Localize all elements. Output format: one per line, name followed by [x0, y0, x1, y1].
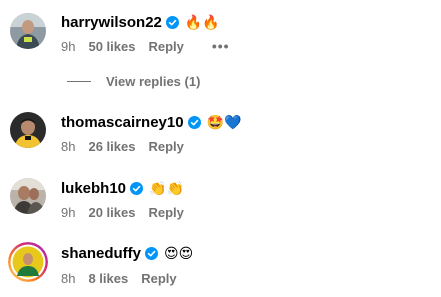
likes-count[interactable]: 8 likes: [88, 271, 128, 286]
avatar[interactable]: [8, 242, 48, 282]
comment-username[interactable]: thomascairney10: [61, 114, 184, 131]
view-replies-label: View replies (1): [106, 73, 201, 89]
divider-line: [67, 80, 91, 82]
verified-badge-icon: [165, 15, 179, 29]
avatar[interactable]: [10, 13, 46, 49]
verified-badge-icon: [187, 115, 201, 129]
reply-button[interactable]: Reply: [148, 39, 183, 54]
comment-timestamp: 9h: [61, 38, 76, 54]
comment-item: harrywilson22 🔥🔥 9h 50 likes Reply ••• V…: [0, 0, 441, 97]
reply-button[interactable]: Reply: [141, 271, 176, 286]
comment-text: 😍😍: [164, 244, 194, 261]
likes-count[interactable]: 20 likes: [88, 205, 135, 220]
comment-text: 🔥🔥: [184, 13, 220, 30]
verified-badge-icon: [130, 181, 144, 195]
comment-text: 🤩💙: [206, 113, 242, 130]
likes-count[interactable]: 50 likes: [88, 39, 135, 54]
comment-timestamp: 8h: [61, 270, 76, 286]
comment-username[interactable]: harrywilson22: [61, 14, 162, 31]
avatar[interactable]: [10, 178, 46, 214]
comment-username[interactable]: shaneduffy: [61, 245, 141, 262]
reply-button[interactable]: Reply: [148, 139, 183, 154]
likes-count[interactable]: 26 likes: [88, 139, 135, 154]
comment-timestamp: 8h: [61, 138, 76, 154]
comment-item: thomascairney10 🤩💙 8h 26 likes Reply: [0, 100, 441, 160]
comment-username[interactable]: lukebh10: [61, 180, 126, 197]
avatar[interactable]: [10, 112, 46, 148]
comment-text: 👏👏: [149, 179, 184, 196]
reply-button[interactable]: Reply: [148, 205, 183, 220]
view-replies-button[interactable]: View replies (1): [67, 73, 200, 89]
more-options-icon[interactable]: •••: [212, 38, 230, 54]
verified-badge-icon: [145, 246, 159, 260]
comment-timestamp: 9h: [61, 204, 76, 220]
comment-item: lukebh10 👏👏 9h 20 likes Reply: [0, 166, 441, 226]
comment-item: shaneduffy 😍😍 8h 8 likes Reply: [0, 232, 441, 292]
